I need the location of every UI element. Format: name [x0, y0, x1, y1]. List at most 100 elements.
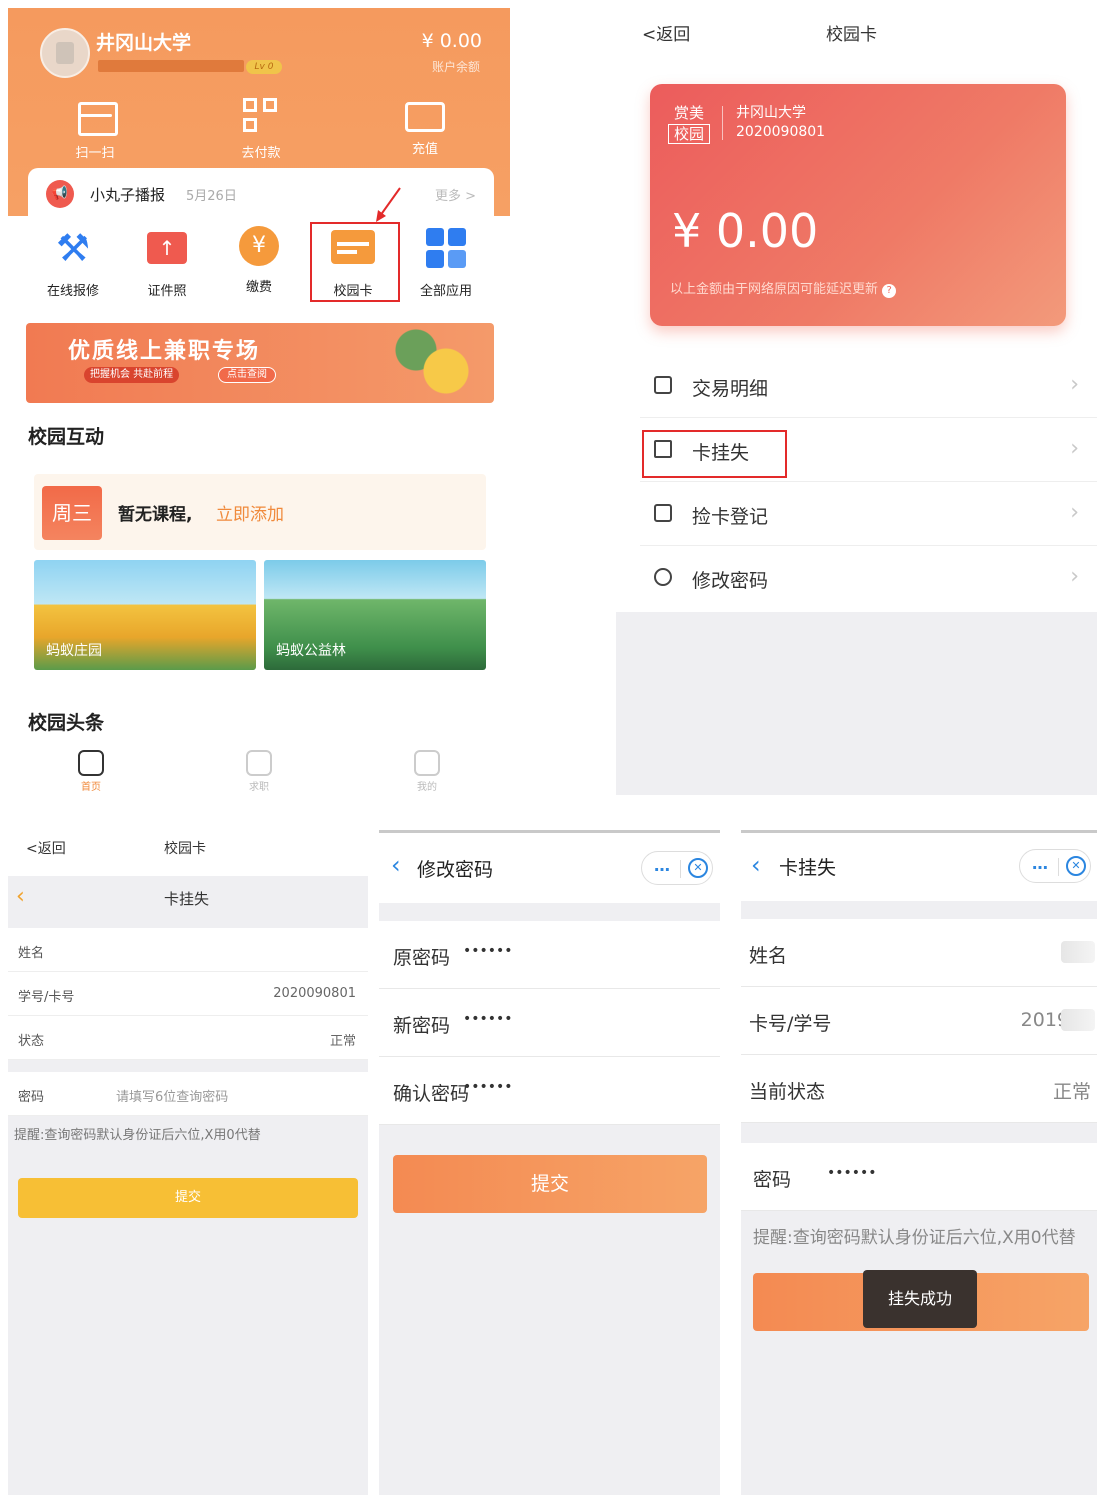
card-outline-icon — [654, 504, 672, 522]
row-card-number: 卡号/学号 2019 — [741, 987, 1097, 1055]
menu-change-password[interactable]: 修改密码 › — [640, 546, 1097, 610]
close-circle-icon[interactable]: ✕ — [688, 858, 708, 878]
receipt-icon — [654, 376, 672, 394]
password-field[interactable]: 密码 请填写6位查询密码 — [8, 1072, 368, 1116]
more-dots-icon[interactable]: … — [654, 856, 670, 875]
password-field[interactable]: 密码 •••••• — [741, 1143, 1097, 1211]
service-id-photo[interactable]: ↑ 证件照 — [122, 226, 212, 299]
schedule-card[interactable]: 周三 暂无课程, 立即添加 — [34, 474, 486, 550]
grid-apps-icon — [424, 226, 468, 270]
old-password-field[interactable]: 原密码 •••••• — [379, 921, 720, 989]
tab-job[interactable]: 求职 — [224, 750, 294, 793]
recharge-icon — [405, 102, 445, 132]
row-current-status: 当前状态 正常 — [741, 1055, 1097, 1123]
menu-transactions[interactable]: 交易明细 › — [640, 354, 1097, 418]
chevron-right-icon: › — [1070, 436, 1079, 461]
chevron-left-icon[interactable]: ‹ — [751, 851, 761, 879]
banner-subtitle: 把握机会 共赴前程 — [84, 367, 180, 383]
add-course-link[interactable]: 立即添加 — [216, 500, 284, 525]
notice-title: 小丸子播报 — [90, 186, 166, 204]
ant-forest-label: 蚂蚁公益林 — [276, 643, 346, 659]
chevron-right-icon: › — [1070, 564, 1079, 589]
service-repair[interactable]: ⚒ 在线报修 — [28, 226, 118, 299]
back-button[interactable]: <返回 — [26, 838, 66, 858]
change-password-screen: ‹ 修改密码 … ✕ 原密码 •••••• 新密码 •••••• 确认密码 ••… — [379, 830, 720, 1495]
row-status-value: 正常 — [329, 1034, 356, 1049]
tools-icon: ⚒ — [55, 226, 91, 270]
row-current-status-value: 正常 — [1052, 1081, 1091, 1103]
password-value: •••••• — [827, 1165, 877, 1181]
banner-illustration — [386, 329, 486, 399]
new-password-field[interactable]: 新密码 •••••• — [379, 989, 720, 1057]
confirm-password-field[interactable]: 确认密码 •••••• — [379, 1057, 720, 1125]
pay-button[interactable]: 去付款 — [216, 96, 306, 161]
menu-transactions-label: 交易明细 — [692, 378, 769, 400]
logo-text-bottom: 校园 — [668, 124, 710, 144]
menu-found-card[interactable]: 捡卡登记 › — [640, 482, 1097, 546]
avatar[interactable] — [40, 28, 90, 78]
capsule-divider — [680, 860, 681, 878]
service-photo-label: 证件照 — [147, 284, 187, 299]
redacted-name-bar — [98, 60, 244, 72]
recharge-button[interactable]: 充值 — [380, 96, 470, 157]
annotation-arrow-icon — [376, 187, 401, 222]
report-lost-form-screen: <返回 校园卡 ‹ 卡挂失 姓名 学号/卡号 2020090801 状态 正常 … — [8, 820, 368, 1495]
section-title-news: 校园头条 — [28, 712, 105, 734]
card-id: 2020090801 — [736, 124, 826, 140]
page-title: 校园卡 — [826, 25, 877, 45]
chevron-left-icon[interactable]: ‹ — [391, 851, 401, 879]
menu-found-card-label: 捡卡登记 — [692, 506, 769, 528]
section-title-interact: 校园互动 — [28, 426, 105, 448]
tab-mine-label: 我的 — [417, 782, 437, 793]
report-lost-success-screen: ‹ 卡挂失 … ✕ 姓名 卡号/学号 2019 当前状态 正常 密码 •••••… — [741, 830, 1097, 1495]
row-status-label: 状态 — [18, 1034, 45, 1049]
coin-hand-icon: ¥ — [239, 226, 279, 266]
close-circle-icon[interactable]: ✕ — [1066, 856, 1086, 876]
redacted-value — [1061, 1009, 1095, 1031]
new-password-value: •••••• — [463, 1011, 513, 1027]
id-photo-icon: ↑ — [147, 232, 187, 264]
new-password-label: 新密码 — [393, 1015, 451, 1037]
ant-forest-tile[interactable]: 蚂蚁公益林 — [264, 560, 486, 670]
school-name: 井冈山大学 — [96, 32, 192, 54]
success-toast: 挂失成功 — [863, 1270, 977, 1328]
home-icon — [78, 750, 104, 776]
chevron-left-icon[interactable]: ‹ — [16, 884, 25, 909]
top-bar: ‹ 卡挂失 … ✕ — [741, 833, 1097, 901]
row-name: 姓名 — [8, 928, 368, 972]
recharge-label: 充值 — [411, 142, 438, 157]
scan-icon — [75, 96, 118, 136]
ant-farm-tile[interactable]: 蚂蚁庄园 — [34, 560, 256, 670]
mini-program-capsule: … ✕ — [641, 851, 713, 885]
page-title: 卡挂失 — [779, 857, 837, 879]
campus-card: 赏美 校园 井冈山大学 2020090801 ¥ 0.00 以上金额由于网络原因… — [650, 84, 1066, 326]
tab-mine[interactable]: 我的 — [392, 750, 462, 793]
submit-button[interactable]: 提交 — [18, 1178, 358, 1218]
row-card-number-label: 卡号/学号 — [749, 1013, 832, 1035]
card-note-text: 以上金额由于网络原因可能延迟更新 — [670, 282, 879, 297]
help-icon[interactable]: ? — [882, 284, 897, 298]
card-balance-note: 以上金额由于网络原因可能延迟更新 ? — [670, 278, 897, 298]
pay-label: 去付款 — [241, 146, 281, 161]
confirm-password-label: 确认密码 — [393, 1083, 470, 1105]
submit-button[interactable]: 提交 — [393, 1155, 707, 1213]
more-dots-icon[interactable]: … — [1032, 854, 1048, 873]
tab-home[interactable]: 首页 — [56, 750, 126, 793]
account-balance-label: 账户余额 — [431, 60, 480, 74]
password-tip: 提醒:查询密码默认身份证后六位,X用0代替 — [753, 1228, 1076, 1248]
scan-button[interactable]: 扫一扫 — [50, 96, 140, 161]
banner-button[interactable]: 点击查阅 — [218, 367, 276, 383]
schedule-day-badge: 周三 — [42, 486, 102, 540]
chevron-right-icon: › — [1070, 500, 1079, 525]
row-current-status-label: 当前状态 — [749, 1081, 826, 1103]
promo-banner[interactable]: 优质线上兼职专场 把握机会 共赴前程 点击查阅 — [26, 323, 494, 403]
back-button[interactable]: <返回 — [642, 20, 690, 45]
notice-bar[interactable]: 📢 小丸子播报 5月26日 更多 > — [28, 168, 494, 216]
service-all-apps[interactable]: 全部应用 — [401, 226, 491, 299]
empty-area — [616, 612, 1097, 795]
service-fee[interactable]: ¥ 缴费 — [214, 226, 304, 295]
schedule-empty-text: 暂无课程, — [118, 505, 193, 525]
page-title: 校园卡 — [164, 841, 206, 857]
capsule-divider — [1058, 858, 1059, 876]
notice-more-link[interactable]: 更多 > — [435, 185, 476, 204]
